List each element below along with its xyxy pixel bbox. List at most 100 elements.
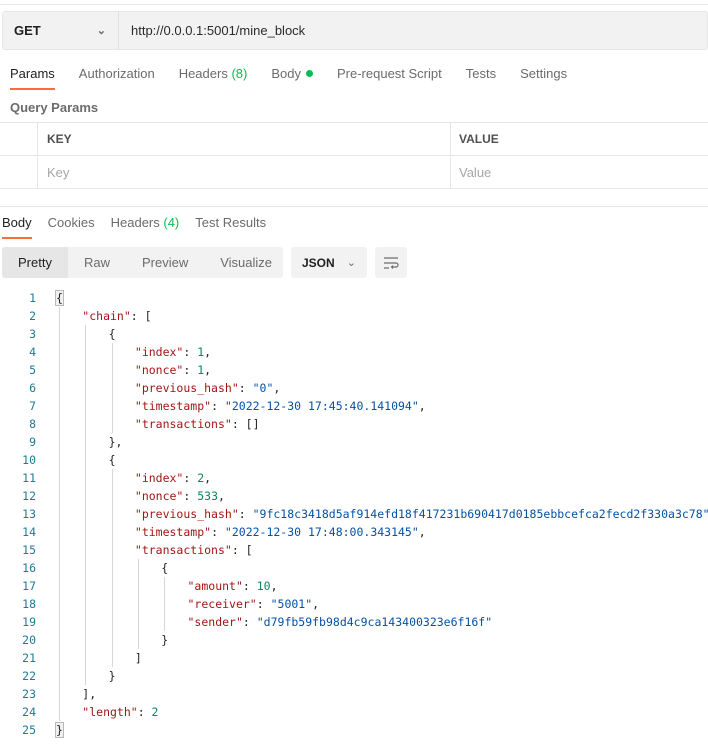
view-raw[interactable]: Raw xyxy=(68,247,126,278)
indent-guide xyxy=(85,577,87,595)
indent-guide xyxy=(164,577,166,595)
json-punctuation: } xyxy=(55,722,64,738)
indent-guide xyxy=(85,523,87,541)
json-key: "timestamp" xyxy=(134,525,212,539)
indent-guide xyxy=(59,487,60,505)
indent-guide xyxy=(59,415,60,433)
json-punctuation: , xyxy=(204,345,212,359)
tab-authorization[interactable]: Authorization xyxy=(79,66,155,90)
request-bar: GET ⌄ http://0.0.0.1:5001/mine_block xyxy=(2,11,708,50)
indent-guide xyxy=(111,577,113,595)
tab-test-results[interactable]: Test Results xyxy=(195,215,266,239)
url-input[interactable]: http://0.0.0.1:5001/mine_block xyxy=(119,12,305,49)
indent-guide xyxy=(59,397,60,415)
headers-count: (4) xyxy=(163,215,180,230)
body-indicator-dot-icon xyxy=(305,70,313,77)
format-label: JSON xyxy=(302,255,335,270)
code-line: "chain": [ xyxy=(82,307,151,325)
json-key: "nonce" xyxy=(134,363,184,377)
line-number: 7 xyxy=(29,399,36,413)
indent-guide xyxy=(85,469,87,487)
tab-response-headers[interactable]: Headers (4) xyxy=(111,215,180,239)
indent-guide xyxy=(85,415,87,433)
json-punctuation: : xyxy=(242,579,257,593)
line-number: 4 xyxy=(29,345,36,359)
indent-guide xyxy=(137,595,139,613)
view-preview[interactable]: Preview xyxy=(126,247,204,278)
query-params-title: Query Params xyxy=(10,100,99,115)
indent-guide xyxy=(85,451,87,469)
code-line: "previous_hash": "9fc18c3418d5af914efd18… xyxy=(135,505,708,523)
tab-response-body[interactable]: Body xyxy=(2,215,32,239)
code-line: "nonce": 533, xyxy=(135,487,225,505)
value-input[interactable]: Value xyxy=(451,156,708,188)
line-number: 21 xyxy=(22,651,36,665)
json-string: "d79fb59fb98d4c9ca143400323e6f16f" xyxy=(256,615,493,629)
json-punctuation: : [] xyxy=(231,417,260,431)
tab-body[interactable]: Body xyxy=(271,66,313,90)
wrap-lines-button[interactable] xyxy=(375,247,407,278)
indent-guide xyxy=(85,325,87,343)
code-line: "index": 1, xyxy=(135,343,211,361)
json-key: "previous_hash" xyxy=(134,507,239,521)
indent-guide xyxy=(111,361,113,379)
tab-params[interactable]: Params xyxy=(10,66,55,90)
json-key: "timestamp" xyxy=(134,399,212,413)
json-string: "2022-12-30 17:45:40.141094" xyxy=(224,399,419,413)
method-label: GET xyxy=(14,23,41,38)
json-string: "5001" xyxy=(270,597,313,611)
indent-guide xyxy=(111,523,113,541)
indent-guide xyxy=(59,361,60,379)
view-visualize[interactable]: Visualize xyxy=(204,247,288,278)
tab-cookies[interactable]: Cookies xyxy=(48,215,95,239)
json-punctuation: : xyxy=(137,705,152,719)
code-line: }, xyxy=(109,433,123,451)
indent-guide xyxy=(111,631,113,649)
indent-guide xyxy=(59,523,60,541)
chevron-down-icon: ⌄ xyxy=(96,25,106,37)
indent-guide xyxy=(137,577,139,595)
code-line: "transactions": [] xyxy=(135,415,260,433)
tab-label: Test Results xyxy=(195,215,267,230)
json-punctuation: : xyxy=(183,471,198,485)
indent-guide xyxy=(85,595,87,613)
tab-pre-request-script[interactable]: Pre-request Script xyxy=(337,66,442,90)
indent-guide xyxy=(59,505,60,523)
code-line: "nonce": 1, xyxy=(135,361,211,379)
json-punctuation: : xyxy=(256,597,271,611)
tab-label: Pre-request Script xyxy=(336,66,442,81)
indent-guide xyxy=(111,379,113,397)
indent-guide xyxy=(85,667,87,685)
json-punctuation: : xyxy=(238,507,253,521)
json-key: "transactions" xyxy=(134,417,232,431)
json-punctuation: , xyxy=(218,489,225,503)
json-key: "amount" xyxy=(187,579,243,593)
method-select[interactable]: GET ⌄ xyxy=(3,12,119,49)
code-line: } xyxy=(161,631,168,649)
tab-tests[interactable]: Tests xyxy=(466,66,496,90)
json-number: 533 xyxy=(197,489,218,503)
json-punctuation: } xyxy=(161,633,169,647)
indent-guide xyxy=(59,667,60,685)
tab-settings[interactable]: Settings xyxy=(520,66,567,90)
indent-guide xyxy=(137,613,139,631)
indent-guide xyxy=(111,487,113,505)
json-punctuation: , xyxy=(204,471,212,485)
json-punctuation: , xyxy=(312,597,320,611)
format-select[interactable]: JSON ⌄ xyxy=(291,247,367,278)
table-header-row: KEY VALUE xyxy=(0,123,708,156)
indent-guide xyxy=(111,505,113,523)
indent-guide xyxy=(59,541,60,559)
tab-headers[interactable]: Headers (8) xyxy=(179,66,248,90)
indent-guide xyxy=(59,559,60,577)
indent-guide xyxy=(59,451,60,469)
indent-guide xyxy=(59,649,60,667)
view-pretty[interactable]: Pretty xyxy=(2,247,68,278)
indent-guide xyxy=(59,595,60,613)
key-input[interactable]: Key xyxy=(38,156,451,188)
tab-label: Body xyxy=(2,215,32,230)
chevron-down-icon: ⌄ xyxy=(346,257,356,269)
code-line: { xyxy=(109,325,116,343)
json-punctuation: : xyxy=(242,615,257,629)
json-punctuation: : xyxy=(183,345,198,359)
